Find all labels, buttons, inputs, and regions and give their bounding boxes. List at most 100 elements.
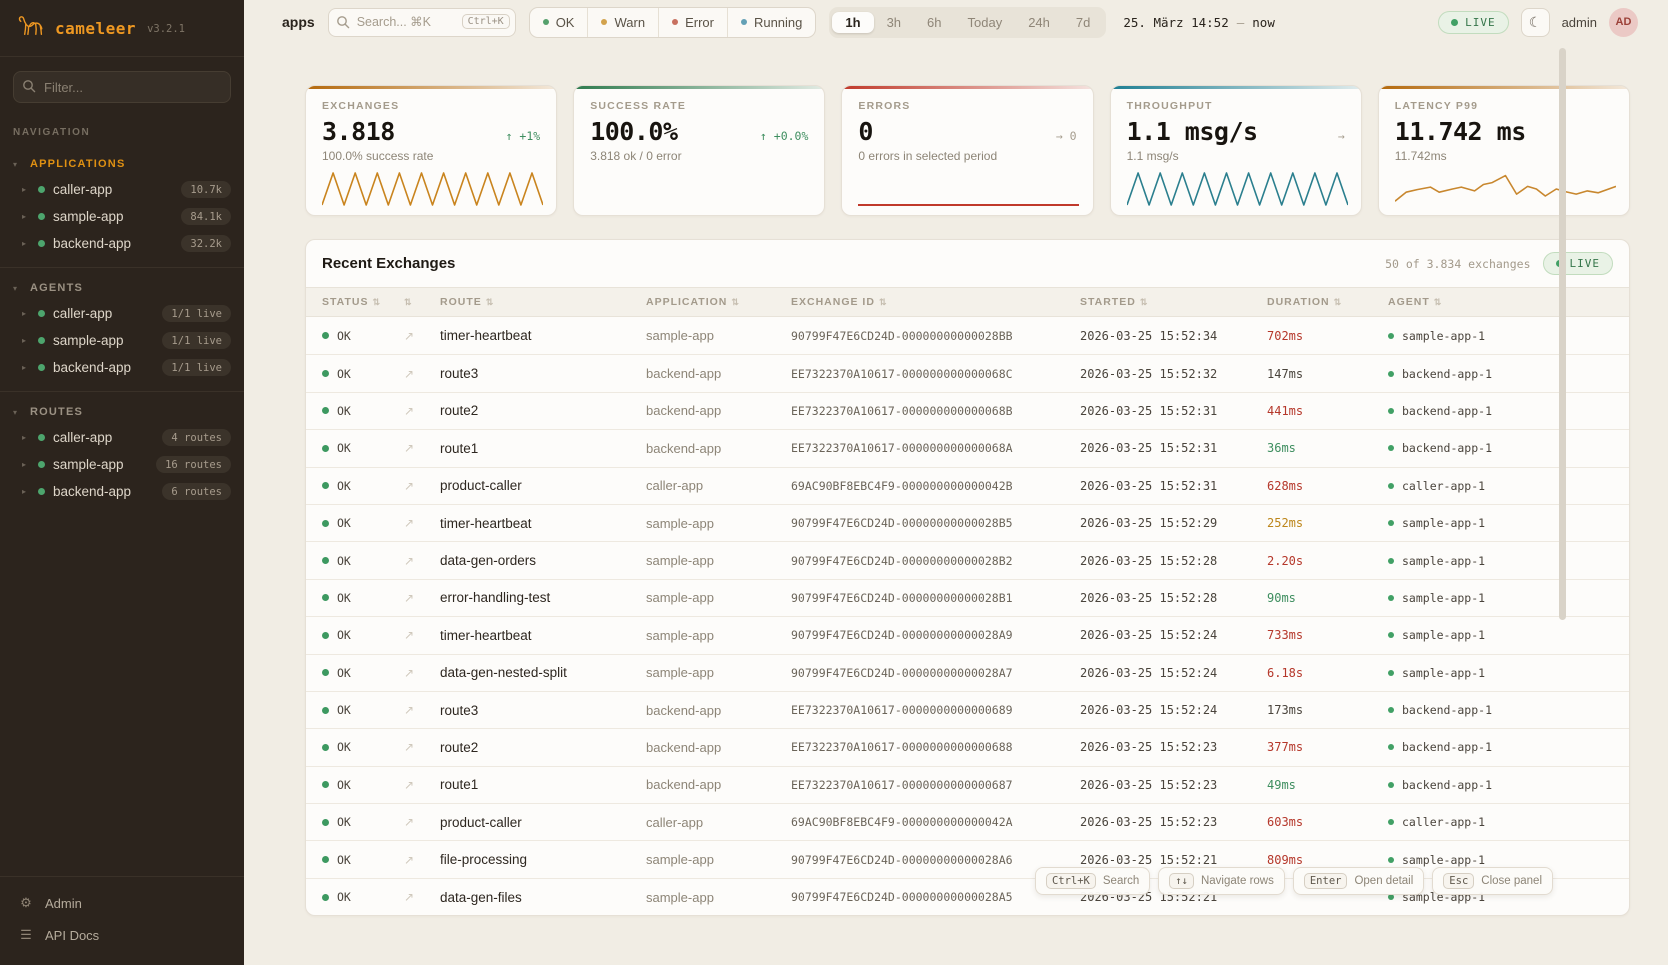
chevron-right-icon: ▸	[22, 487, 30, 496]
recent-exchanges-card: Recent Exchanges 50 of 3.834 exchanges L…	[305, 239, 1630, 916]
row-started: 2026-03-25 15:52:21	[1080, 853, 1217, 867]
scrollbar-thumb[interactable]	[1559, 48, 1566, 620]
section-title-applications[interactable]: ▾APPLICATIONS	[0, 152, 244, 176]
status-filter-ok[interactable]: OK	[530, 8, 589, 37]
column-header-application[interactable]: APPLICATION⇅	[638, 296, 783, 308]
open-detail-icon[interactable]: ↗	[404, 516, 414, 530]
range-button-6h[interactable]: 6h	[914, 12, 954, 33]
agent-dot	[1388, 595, 1394, 601]
row-application: caller-app	[646, 815, 703, 830]
sidebar-item-caller-app[interactable]: ▸caller-app1/1 live	[0, 300, 244, 327]
table-live-badge[interactable]: LIVE	[1543, 252, 1614, 275]
table-row[interactable]: OK↗timer-heartbeatsample-app90799F47E6CD…	[306, 616, 1629, 653]
sidebar-footer-api-docs[interactable]: ☰API Docs	[0, 919, 244, 951]
sidebar-item-caller-app[interactable]: ▸caller-app10.7k	[0, 176, 244, 203]
table-row[interactable]: OK↗route2backend-appEE7322370A10617-0000…	[306, 728, 1629, 765]
status-dot	[322, 669, 329, 676]
topbar-right: LIVE ☾ admin AD	[1438, 8, 1638, 37]
table-row[interactable]: OK↗route1backend-appEE7322370A10617-0000…	[306, 766, 1629, 803]
column-header-agent[interactable]: AGENT⇅	[1380, 296, 1621, 308]
table-row[interactable]: OK↗timer-heartbeatsample-app90799F47E6CD…	[306, 504, 1629, 541]
row-started: 2026-03-25 15:52:28	[1080, 554, 1217, 568]
column-header-status[interactable]: STATUS⇅	[314, 296, 396, 308]
status-dot	[543, 19, 549, 25]
shortcut-open-detail: EnterOpen detail	[1293, 867, 1424, 895]
open-detail-icon[interactable]: ↗	[404, 740, 414, 754]
filter-input[interactable]	[13, 71, 231, 103]
open-detail-icon[interactable]: ↗	[404, 367, 414, 381]
row-started: 2026-03-25 15:52:31	[1080, 441, 1217, 455]
open-detail-icon[interactable]: ↗	[404, 666, 414, 680]
section-title-routes[interactable]: ▾ROUTES	[0, 400, 244, 424]
row-exchange-id: 69AC90BF8EBC4F9-000000000000042B	[791, 479, 1013, 493]
table-row[interactable]: OK↗data-gen-orderssample-app90799F47E6CD…	[306, 541, 1629, 578]
sidebar-item-sample-app[interactable]: ▸sample-app1/1 live	[0, 327, 244, 354]
row-duration: 252ms	[1267, 516, 1303, 530]
range-button-today[interactable]: Today	[955, 12, 1016, 33]
sidebar: cameleer v3.2.1 NAVIGATION ▾APPLICATIONS…	[0, 0, 244, 965]
table-body: OK↗timer-heartbeatsample-app90799F47E6CD…	[306, 317, 1629, 915]
column-header-exchange-id[interactable]: EXCHANGE ID⇅	[783, 296, 1072, 308]
card-trend: ↑ +1%	[506, 129, 541, 143]
shortcut-label: Search	[1103, 875, 1139, 887]
status-dot	[741, 19, 747, 25]
open-detail-icon[interactable]: ↗	[404, 554, 414, 568]
section-title-agents[interactable]: ▾AGENTS	[0, 276, 244, 300]
sidebar-item-backend-app[interactable]: ▸backend-app32.2k	[0, 230, 244, 257]
table-row[interactable]: OK↗route1backend-appEE7322370A10617-0000…	[306, 429, 1629, 466]
open-detail-icon[interactable]: ↗	[404, 591, 414, 605]
table-row[interactable]: OK↗product-callercaller-app69AC90BF8EBC4…	[306, 803, 1629, 840]
sidebar-footer-admin[interactable]: ⚙Admin	[0, 887, 244, 919]
open-detail-icon[interactable]: ↗	[404, 479, 414, 493]
range-button-3h[interactable]: 3h	[874, 12, 914, 33]
open-detail-icon[interactable]: ↗	[404, 329, 414, 343]
open-detail-icon[interactable]: ↗	[404, 890, 414, 904]
open-detail-icon[interactable]: ↗	[404, 815, 414, 829]
avatar[interactable]: AD	[1609, 8, 1638, 37]
context-menu-apps[interactable]: apps	[282, 14, 315, 30]
column-header-open[interactable]: ⇅	[396, 297, 432, 308]
status-filter-warn[interactable]: Warn	[588, 8, 659, 37]
date-range-display[interactable]: 25. März 14:52 — now	[1123, 15, 1274, 30]
logo[interactable]: cameleer v3.2.1	[0, 0, 244, 57]
section-name: AGENTS	[30, 282, 83, 294]
status-filter-running[interactable]: Running	[728, 8, 815, 37]
open-detail-icon[interactable]: ↗	[404, 853, 414, 867]
sort-icon: ⇅	[879, 297, 888, 308]
column-header-started[interactable]: STARTED⇅	[1072, 296, 1259, 308]
column-label: STARTED	[1080, 296, 1136, 308]
live-toggle[interactable]: LIVE	[1438, 11, 1509, 34]
sidebar-item-backend-app[interactable]: ▸backend-app1/1 live	[0, 354, 244, 381]
agent-dot	[1388, 558, 1394, 564]
table-row[interactable]: OK↗route3backend-appEE7322370A10617-0000…	[306, 691, 1629, 728]
row-route: timer-heartbeat	[440, 328, 532, 343]
sidebar-item-badge: 84.1k	[181, 208, 231, 225]
range-button-7d[interactable]: 7d	[1063, 12, 1103, 33]
sidebar-item-backend-app[interactable]: ▸backend-app6 routes	[0, 478, 244, 505]
range-button-24h[interactable]: 24h	[1015, 12, 1063, 33]
status-filter-error[interactable]: Error	[659, 8, 728, 37]
sidebar-item-caller-app[interactable]: ▸caller-app4 routes	[0, 424, 244, 451]
theme-toggle-button[interactable]: ☾	[1521, 8, 1550, 37]
sidebar-item-sample-app[interactable]: ▸sample-app16 routes	[0, 451, 244, 478]
table-row[interactable]: OK↗timer-heartbeatsample-app90799F47E6CD…	[306, 317, 1629, 354]
table-row[interactable]: OK↗data-gen-nested-splitsample-app90799F…	[306, 654, 1629, 691]
card-value: 11.742 ms	[1395, 117, 1526, 146]
search-icon	[336, 15, 350, 34]
sidebar-item-sample-app[interactable]: ▸sample-app84.1k	[0, 203, 244, 230]
range-button-1h[interactable]: 1h	[832, 12, 873, 33]
open-detail-icon[interactable]: ↗	[404, 778, 414, 792]
open-detail-icon[interactable]: ↗	[404, 628, 414, 642]
table-row[interactable]: OK↗error-handling-testsample-app90799F47…	[306, 579, 1629, 616]
table-row[interactable]: OK↗route3backend-appEE7322370A10617-0000…	[306, 354, 1629, 391]
row-exchange-id: 90799F47E6CD24D-00000000000028A6	[791, 853, 1013, 867]
open-detail-icon[interactable]: ↗	[404, 404, 414, 418]
card-value: 1.1 msg/s	[1127, 117, 1258, 146]
open-detail-icon[interactable]: ↗	[404, 703, 414, 717]
table-row[interactable]: OK↗product-callercaller-app69AC90BF8EBC4…	[306, 467, 1629, 504]
column-header-route[interactable]: ROUTE⇅	[432, 296, 638, 308]
status-dot	[322, 332, 329, 339]
table-row[interactable]: OK↗route2backend-appEE7322370A10617-0000…	[306, 392, 1629, 429]
column-header-duration[interactable]: DURATION⇅	[1259, 296, 1380, 308]
open-detail-icon[interactable]: ↗	[404, 441, 414, 455]
